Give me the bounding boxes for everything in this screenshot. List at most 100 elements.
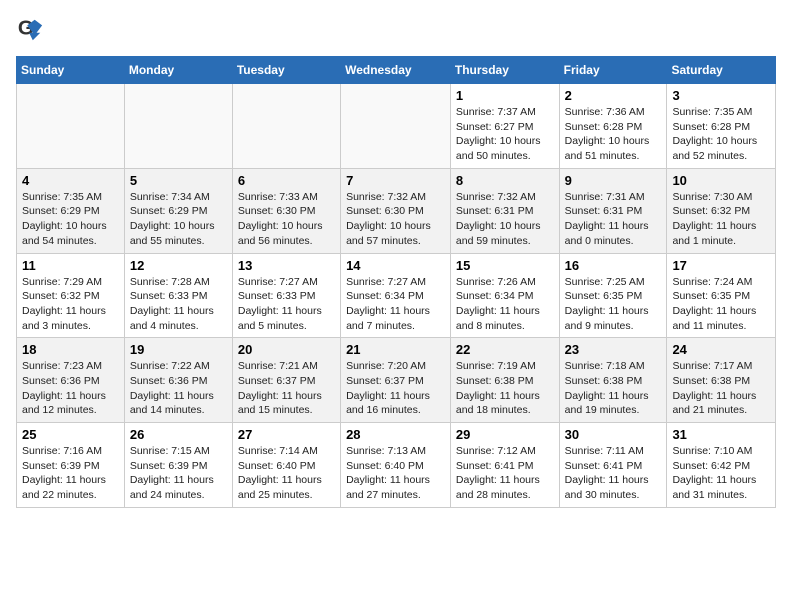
- day-number: 17: [672, 258, 770, 273]
- day-cell: 25Sunrise: 7:16 AMSunset: 6:39 PMDayligh…: [17, 423, 125, 508]
- day-cell: 4Sunrise: 7:35 AMSunset: 6:29 PMDaylight…: [17, 168, 125, 253]
- day-number: 23: [565, 342, 662, 357]
- day-cell: 11 Sunrise: 7:29 AMSunset: 6:32 PMDayligh…: [17, 253, 125, 338]
- day-info: Sunrise: 7:17 AMSunset: 6:38 PMDaylight:…: [672, 359, 770, 418]
- day-number: 25: [22, 427, 119, 442]
- day-number: 26: [130, 427, 227, 442]
- day-info: Sunrise: 7:24 AMSunset: 6:35 PMDaylight:…: [672, 275, 770, 334]
- day-number: 28: [346, 427, 445, 442]
- day-number: 12: [130, 258, 227, 273]
- day-cell: 19 Sunrise: 7:22 AMSunset: 6:36 PMDayligh…: [124, 338, 232, 423]
- week-row-1: 1Sunrise: 7:37 AMSunset: 6:27 PMDaylight…: [17, 84, 776, 169]
- header-wednesday: Wednesday: [341, 57, 451, 84]
- day-number: 7: [346, 173, 445, 188]
- day-cell: 2Sunrise: 7:36 AMSunset: 6:28 PMDaylight…: [559, 84, 667, 169]
- day-cell: 6 Sunrise: 7:33 AMSunset: 6:30 PMDaylight…: [232, 168, 340, 253]
- day-info: Sunrise: 7:35 AMSunset: 6:28 PMDaylight:…: [672, 105, 770, 164]
- day-info: Sunrise: 7:32 AMSunset: 6:31 PMDaylight:…: [456, 190, 554, 249]
- day-cell: 21 Sunrise: 7:20 AMSunset: 6:37 PMDayligh…: [341, 338, 451, 423]
- day-info: Sunrise: 7:32 AMSunset: 6:30 PMDaylight:…: [346, 190, 445, 249]
- day-info: Sunrise: 7:27 AMSunset: 6:34 PMDaylight:…: [346, 275, 445, 334]
- day-cell: 23 Sunrise: 7:18 AMSunset: 6:38 PMDayligh…: [559, 338, 667, 423]
- day-cell: 31 Sunrise: 7:10 AMSunset: 6:42 PMDayligh…: [667, 423, 776, 508]
- header-monday: Monday: [124, 57, 232, 84]
- day-cell: 5 Sunrise: 7:34 AMSunset: 6:29 PMDaylight…: [124, 168, 232, 253]
- day-number: 9: [565, 173, 662, 188]
- page-header: G: [16, 16, 776, 44]
- calendar-header-row: SundayMondayTuesdayWednesdayThursdayFrid…: [17, 57, 776, 84]
- day-cell: 29Sunrise: 7:12 AMSunset: 6:41 PMDayligh…: [450, 423, 559, 508]
- day-cell: 3Sunrise: 7:35 AMSunset: 6:28 PMDaylight…: [667, 84, 776, 169]
- day-cell: 1Sunrise: 7:37 AMSunset: 6:27 PMDaylight…: [450, 84, 559, 169]
- day-number: 4: [22, 173, 119, 188]
- day-cell: 18Sunrise: 7:23 AMSunset: 6:36 PMDayligh…: [17, 338, 125, 423]
- day-number: 18: [22, 342, 119, 357]
- week-row-2: 4Sunrise: 7:35 AMSunset: 6:29 PMDaylight…: [17, 168, 776, 253]
- day-number: 8: [456, 173, 554, 188]
- day-cell: [232, 84, 340, 169]
- calendar-table: SundayMondayTuesdayWednesdayThursdayFrid…: [16, 56, 776, 508]
- day-info: Sunrise: 7:10 AMSunset: 6:42 PMDaylight:…: [672, 444, 770, 503]
- day-number: 6: [238, 173, 335, 188]
- day-number: 22: [456, 342, 554, 357]
- day-cell: 13 Sunrise: 7:27 AMSunset: 6:33 PMDayligh…: [232, 253, 340, 338]
- week-row-5: 25Sunrise: 7:16 AMSunset: 6:39 PMDayligh…: [17, 423, 776, 508]
- header-tuesday: Tuesday: [232, 57, 340, 84]
- week-row-4: 18Sunrise: 7:23 AMSunset: 6:36 PMDayligh…: [17, 338, 776, 423]
- day-number: 13: [238, 258, 335, 273]
- logo-icon: G: [16, 16, 44, 44]
- day-cell: [17, 84, 125, 169]
- day-cell: 14Sunrise: 7:27 AMSunset: 6:34 PMDayligh…: [341, 253, 451, 338]
- day-cell: 30 Sunrise: 7:11 AMSunset: 6:41 PMDayligh…: [559, 423, 667, 508]
- day-cell: 24Sunrise: 7:17 AMSunset: 6:38 PMDayligh…: [667, 338, 776, 423]
- day-number: 20: [238, 342, 335, 357]
- day-info: Sunrise: 7:28 AMSunset: 6:33 PMDaylight:…: [130, 275, 227, 334]
- day-cell: [341, 84, 451, 169]
- day-cell: 7 Sunrise: 7:32 AMSunset: 6:30 PMDaylight…: [341, 168, 451, 253]
- day-number: 5: [130, 173, 227, 188]
- day-info: Sunrise: 7:34 AMSunset: 6:29 PMDaylight:…: [130, 190, 227, 249]
- day-number: 10: [672, 173, 770, 188]
- day-info: Sunrise: 7:33 AMSunset: 6:30 PMDaylight:…: [238, 190, 335, 249]
- day-cell: 8 Sunrise: 7:32 AMSunset: 6:31 PMDaylight…: [450, 168, 559, 253]
- day-cell: 15Sunrise: 7:26 AMSunset: 6:34 PMDayligh…: [450, 253, 559, 338]
- day-info: Sunrise: 7:19 AMSunset: 6:38 PMDaylight:…: [456, 359, 554, 418]
- day-info: Sunrise: 7:36 AMSunset: 6:28 PMDaylight:…: [565, 105, 662, 164]
- day-number: 16: [565, 258, 662, 273]
- day-cell: 28 Sunrise: 7:13 AMSunset: 6:40 PMDayligh…: [341, 423, 451, 508]
- day-cell: 20 Sunrise: 7:21 AMSunset: 6:37 PMDayligh…: [232, 338, 340, 423]
- day-info: Sunrise: 7:22 AMSunset: 6:36 PMDaylight:…: [130, 359, 227, 418]
- day-info: Sunrise: 7:29 AMSunset: 6:32 PMDaylight:…: [22, 275, 119, 334]
- header-friday: Friday: [559, 57, 667, 84]
- day-cell: 16 Sunrise: 7:25 AMSunset: 6:35 PMDayligh…: [559, 253, 667, 338]
- day-cell: 10 Sunrise: 7:30 AMSunset: 6:32 PMDayligh…: [667, 168, 776, 253]
- day-cell: 22 Sunrise: 7:19 AMSunset: 6:38 PMDayligh…: [450, 338, 559, 423]
- day-info: Sunrise: 7:18 AMSunset: 6:38 PMDaylight:…: [565, 359, 662, 418]
- day-number: 31: [672, 427, 770, 442]
- day-cell: 12 Sunrise: 7:28 AMSunset: 6:33 PMDayligh…: [124, 253, 232, 338]
- day-info: Sunrise: 7:11 AMSunset: 6:41 PMDaylight:…: [565, 444, 662, 503]
- day-cell: 27 Sunrise: 7:14 AMSunset: 6:40 PMDayligh…: [232, 423, 340, 508]
- day-info: Sunrise: 7:37 AMSunset: 6:27 PMDaylight:…: [456, 105, 554, 164]
- day-info: Sunrise: 7:21 AMSunset: 6:37 PMDaylight:…: [238, 359, 335, 418]
- day-number: 19: [130, 342, 227, 357]
- day-info: Sunrise: 7:27 AMSunset: 6:33 PMDaylight:…: [238, 275, 335, 334]
- day-cell: [124, 84, 232, 169]
- day-info: Sunrise: 7:25 AMSunset: 6:35 PMDaylight:…: [565, 275, 662, 334]
- day-number: 27: [238, 427, 335, 442]
- day-info: Sunrise: 7:20 AMSunset: 6:37 PMDaylight:…: [346, 359, 445, 418]
- day-number: 11: [22, 258, 119, 273]
- header-thursday: Thursday: [450, 57, 559, 84]
- day-number: 30: [565, 427, 662, 442]
- day-info: Sunrise: 7:26 AMSunset: 6:34 PMDaylight:…: [456, 275, 554, 334]
- header-saturday: Saturday: [667, 57, 776, 84]
- day-info: Sunrise: 7:13 AMSunset: 6:40 PMDaylight:…: [346, 444, 445, 503]
- day-cell: 9Sunrise: 7:31 AMSunset: 6:31 PMDaylight…: [559, 168, 667, 253]
- logo: G: [16, 16, 48, 44]
- day-info: Sunrise: 7:14 AMSunset: 6:40 PMDaylight:…: [238, 444, 335, 503]
- day-info: Sunrise: 7:30 AMSunset: 6:32 PMDaylight:…: [672, 190, 770, 249]
- day-cell: 26Sunrise: 7:15 AMSunset: 6:39 PMDayligh…: [124, 423, 232, 508]
- day-number: 29: [456, 427, 554, 442]
- header-sunday: Sunday: [17, 57, 125, 84]
- day-number: 21: [346, 342, 445, 357]
